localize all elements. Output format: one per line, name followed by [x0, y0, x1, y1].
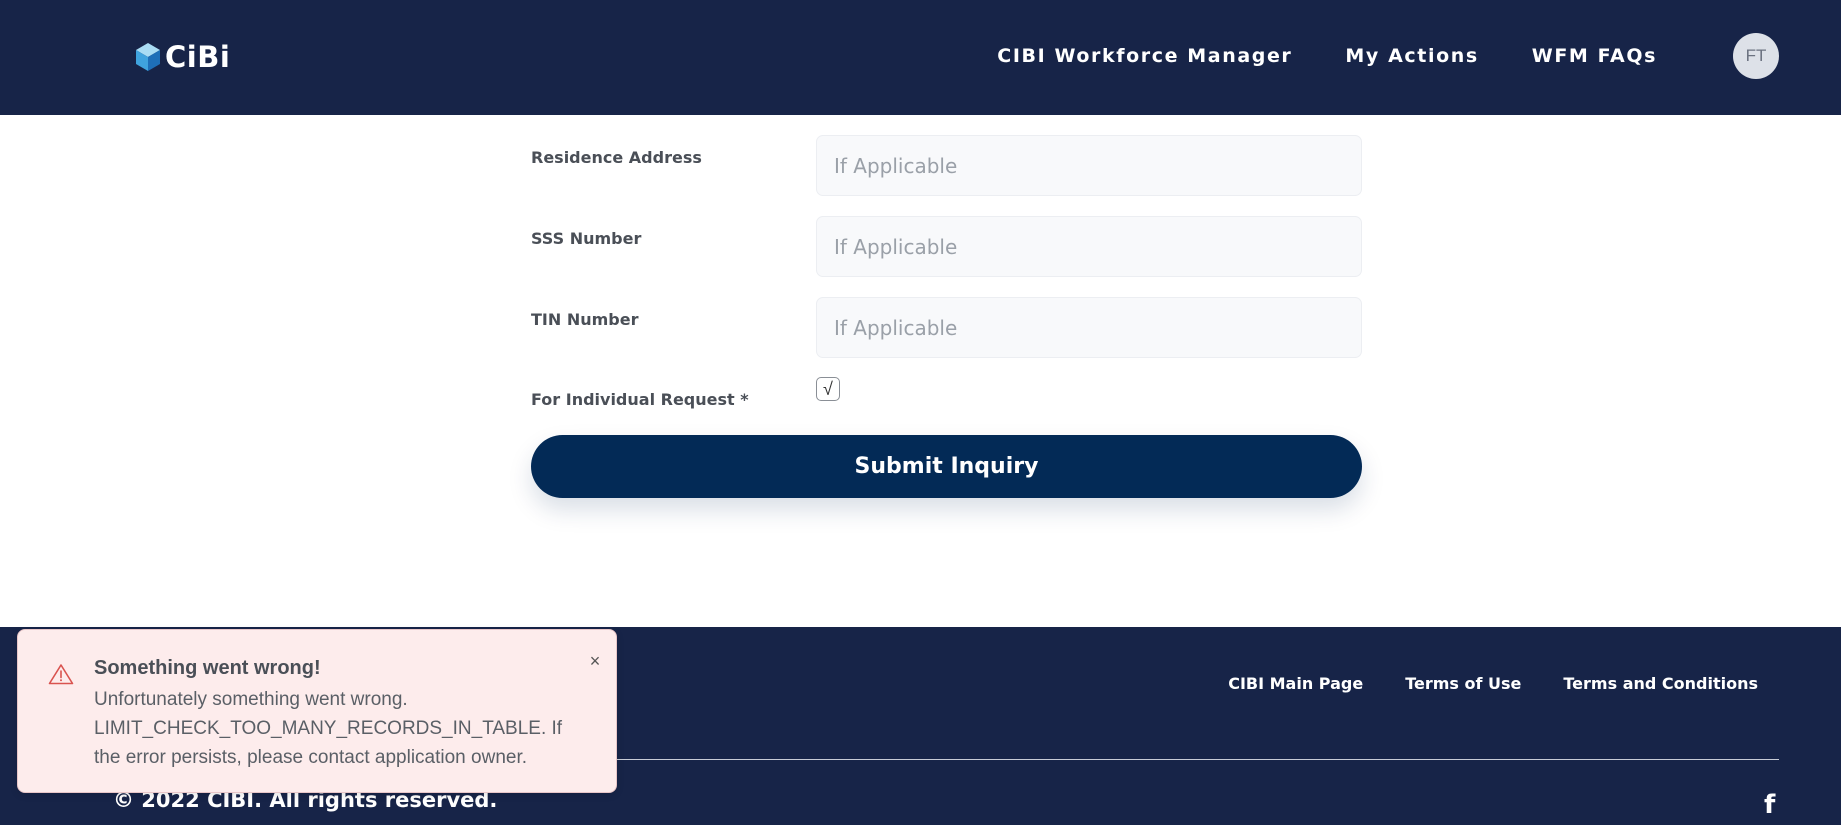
nav-workforce-manager[interactable]: CIBI Workforce Manager [997, 45, 1292, 67]
footer-link-main-page[interactable]: CIBI Main Page [1228, 674, 1363, 693]
cibi-logo-icon [136, 43, 160, 71]
footer-divider [528, 759, 1779, 760]
avatar[interactable]: FT [1733, 33, 1779, 79]
toast-message: Unfortunately something went wrong. LIMI… [94, 689, 563, 768]
close-icon[interactable]: × [585, 651, 605, 671]
cibi-logo[interactable]: CiBi [135, 40, 230, 74]
residence-address-label: Residence Address [531, 148, 702, 167]
nav-my-actions[interactable]: My Actions [1345, 45, 1478, 67]
tin-number-input[interactable] [816, 297, 1362, 358]
nav-wfm-faqs[interactable]: WFM FAQs [1532, 45, 1657, 67]
main-nav: CIBI Workforce Manager My Actions WFM FA… [997, 45, 1657, 67]
individual-request-checkbox[interactable]: √ [816, 377, 840, 401]
warning-icon [48, 664, 74, 685]
footer-link-terms-and-conditions[interactable]: Terms and Conditions [1563, 674, 1758, 693]
submit-inquiry-button[interactable]: Submit Inquiry [531, 435, 1362, 498]
sss-number-input[interactable] [816, 216, 1362, 277]
top-header: CiBi CIBI Workforce Manager My Actions W… [0, 0, 1841, 115]
sss-number-label: SSS Number [531, 229, 642, 248]
footer-links: CIBI Main Page Terms of Use Terms and Co… [1228, 674, 1758, 693]
check-icon: √ [823, 378, 833, 399]
individual-request-label: For Individual Request * [531, 390, 749, 409]
logo-text: CiBi [165, 40, 231, 74]
error-toast: Something went wrong! Unfortunately some… [17, 629, 617, 793]
toast-title: Something went wrong! [94, 657, 321, 679]
facebook-icon[interactable]: f [1764, 790, 1775, 820]
tin-number-label: TIN Number [531, 310, 639, 329]
footer-link-terms-of-use[interactable]: Terms of Use [1405, 674, 1521, 693]
residence-address-input[interactable] [816, 135, 1362, 196]
